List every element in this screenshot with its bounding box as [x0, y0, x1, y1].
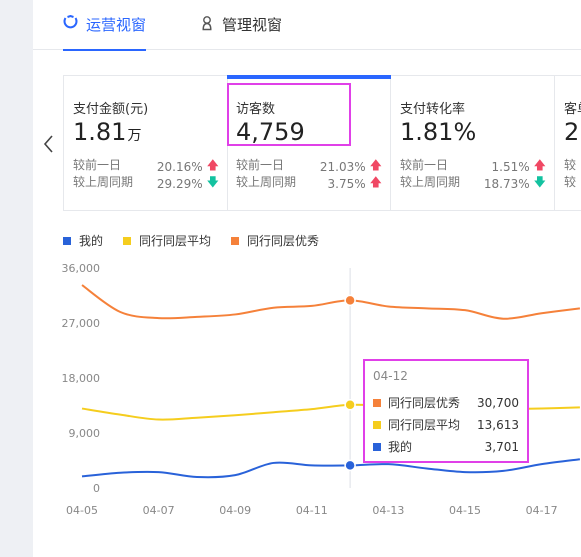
arrow-down-icon: 🡇: [533, 175, 546, 189]
prev-cards-button[interactable]: [40, 132, 58, 156]
x-tick-label: 04-13: [372, 504, 404, 517]
x-tick-label: 04-09: [219, 504, 251, 517]
operations-icon: [63, 15, 78, 30]
tooltip-row: 我的 3,701: [373, 438, 519, 455]
hover-point: [344, 399, 356, 411]
chart-tooltip: 04-12 同行同层优秀 30,700 同行同层平均 13,613 我的 3,7…: [363, 359, 529, 463]
y-tick-label: 9,000: [69, 427, 101, 440]
metric-value: 2: [564, 118, 580, 146]
metric-value: 4,759: [236, 118, 305, 146]
legend-item-mine[interactable]: 我的: [63, 232, 103, 249]
compare-last-week: 较上周同期 3.75% 🡅: [236, 173, 382, 194]
compare-last-week: 较: [564, 175, 577, 189]
y-tick-label: 36,000: [62, 262, 101, 275]
metric-card-visitors[interactable]: 访客数 4,759 较前一日 21.03% 🡅 较上周同期 3.75% 🡅: [227, 76, 391, 210]
tooltip-swatch: [373, 420, 381, 429]
metric-caption: 支付金额(元): [73, 102, 149, 117]
metric-caption: 支付转化率: [400, 102, 466, 117]
hover-point: [344, 294, 356, 307]
chevron-left-icon: [40, 135, 58, 160]
legend-item-peer-average[interactable]: 同行同层平均: [123, 232, 211, 249]
metric-value: 1.81万: [73, 118, 142, 146]
hover-point: [344, 459, 356, 472]
view-tabs: 运营视窗 管理视窗: [33, 0, 581, 51]
tooltip-swatch: [373, 398, 381, 407]
tooltip-swatch: [373, 442, 381, 451]
x-tick-label: 04-11: [296, 504, 328, 517]
chart-legend: 我的 同行同层平均 同行同层优秀: [63, 232, 339, 249]
series-line-peer-excellent: [81, 284, 581, 320]
tooltip-row: 同行同层优秀 30,700: [373, 394, 519, 411]
y-tick-label: 18,000: [62, 372, 101, 385]
arrow-up-icon: 🡅: [369, 175, 382, 189]
tooltip-row: 同行同层平均 13,613: [373, 416, 519, 433]
x-tick-label: 04-15: [449, 504, 481, 517]
tab-operations[interactable]: 运营视窗: [63, 14, 147, 51]
tab-management-label: 管理视窗: [222, 16, 283, 34]
y-tick-label: 27,000: [62, 317, 101, 330]
legend-swatch: [123, 236, 132, 245]
legend-swatch: [231, 236, 240, 245]
x-tick-label: 04-07: [143, 504, 175, 517]
arrow-down-icon: 🡇: [206, 175, 219, 189]
management-icon: [200, 15, 214, 31]
active-card-indicator: [227, 75, 391, 79]
metric-cards: 支付金额(元) 1.81万 较前一日 20.16% 🡅 较上周同期 29.29% 🡇 访…: [63, 75, 581, 211]
compare-last-week: 较上周同期 29.29% 🡇: [73, 173, 219, 194]
metric-caption: 客单: [564, 102, 581, 117]
x-tick-label: 04-17: [526, 504, 558, 517]
metric-card-conversion-rate[interactable]: 支付转化率 1.81% 较前一日 1.51% 🡅 较上周同期 18.73% 🡇: [391, 76, 555, 210]
y-tick-label: 0: [93, 482, 100, 495]
tab-active-underline: [63, 49, 147, 51]
tab-management[interactable]: 管理视窗: [200, 14, 282, 50]
legend-swatch: [63, 236, 71, 245]
compare-prev-day: 较: [564, 158, 577, 172]
metric-caption: 访客数: [236, 102, 276, 117]
legend-item-peer-excellent[interactable]: 同行同层优秀: [231, 232, 319, 249]
tooltip-title: 04-12: [373, 369, 408, 383]
metric-card-payment-amount[interactable]: 支付金额(元) 1.81万 较前一日 20.16% 🡅 较上周同期 29.29% 🡇: [64, 76, 228, 210]
x-tick-label: 04-05: [66, 504, 98, 517]
tab-operations-label: 运营视窗: [86, 16, 147, 34]
metric-card-avg-order[interactable]: 客单 2 较 较: [555, 76, 581, 210]
compare-last-week: 较上周同期 18.73% 🡇: [400, 173, 546, 194]
metric-value: 1.81%: [400, 118, 477, 146]
